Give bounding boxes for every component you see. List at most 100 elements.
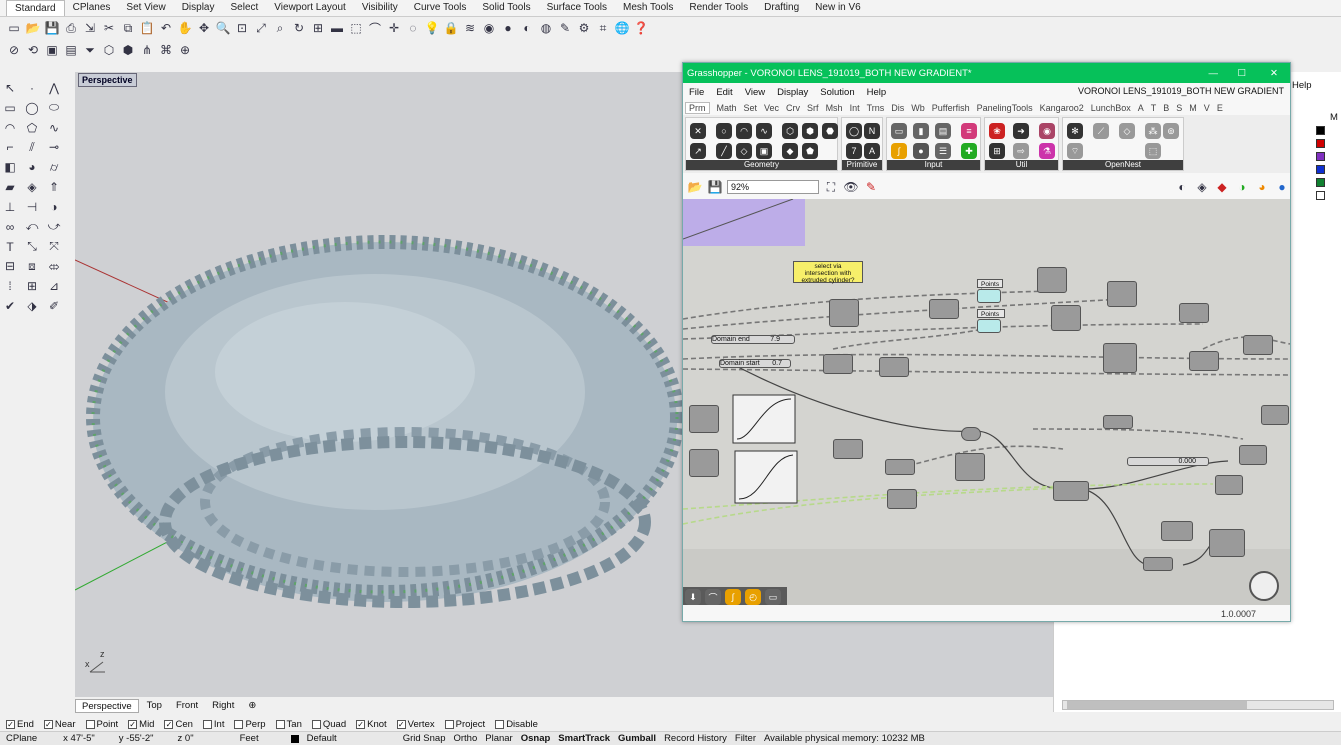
osnap-checkbox[interactable] bbox=[495, 719, 505, 729]
explode-icon[interactable]: ⤺ bbox=[24, 219, 40, 235]
copy-icon[interactable]: ⧉ bbox=[120, 20, 136, 36]
slider-icon[interactable]: ▭ bbox=[891, 123, 907, 139]
value-list-icon[interactable]: ☰ bbox=[935, 143, 951, 159]
layer-color-swatch[interactable] bbox=[1316, 178, 1325, 187]
relay-icon[interactable]: ➜ bbox=[1013, 123, 1029, 139]
osnap-perp[interactable]: Perp bbox=[234, 719, 266, 730]
osnap-vertex[interactable]: ✓ Vertex bbox=[396, 719, 435, 730]
grid-icon[interactable]: ⌗ bbox=[595, 20, 611, 36]
ribbon-tab-pufferfish[interactable]: Pufferfish bbox=[932, 103, 970, 113]
cut-sheet-icon[interactable]: ◇ bbox=[1119, 123, 1135, 139]
light-icon[interactable]: 💡 bbox=[424, 20, 440, 36]
fillet-icon[interactable]: ⌐ bbox=[2, 139, 18, 155]
viewport-title[interactable]: Perspective bbox=[78, 73, 137, 87]
ribbon-tab-math[interactable]: Math bbox=[717, 103, 737, 113]
ribbon-tab-wb[interactable]: Wb bbox=[911, 103, 925, 113]
tab-mesh-tools[interactable]: Mesh Tools bbox=[615, 0, 681, 16]
timer-icon[interactable]: ◴ bbox=[745, 589, 761, 605]
component-node[interactable] bbox=[1179, 303, 1209, 323]
preview-settings-icon[interactable]: ● bbox=[1274, 179, 1290, 195]
zoom-dropdown[interactable]: 92% bbox=[727, 180, 819, 194]
component-node[interactable] bbox=[1189, 351, 1219, 371]
tab-drafting[interactable]: Drafting bbox=[756, 0, 807, 16]
component-node[interactable] bbox=[1215, 475, 1243, 495]
zoom-selected-icon[interactable]: ⌕ bbox=[272, 20, 288, 36]
menu-file[interactable]: File bbox=[689, 87, 704, 98]
polyline-icon[interactable]: ⋀ bbox=[46, 80, 62, 96]
circle-param-icon[interactable]: ○ bbox=[716, 123, 732, 139]
rotate-icon[interactable]: ⟲ bbox=[25, 42, 41, 58]
tab-set-view[interactable]: Set View bbox=[118, 0, 173, 16]
view-tab-right[interactable]: Right bbox=[206, 699, 240, 713]
ribbon-tab-kangaroo2[interactable]: Kangaroo2 bbox=[1040, 103, 1084, 113]
mesh-icon[interactable]: ⬗ bbox=[24, 298, 40, 314]
text-param-icon[interactable]: A bbox=[864, 143, 880, 159]
ribbon-tab-srf[interactable]: Srf bbox=[807, 103, 819, 113]
box-icon[interactable]: ▣ bbox=[44, 42, 60, 58]
zoom-window-icon[interactable]: ⊡ bbox=[234, 20, 250, 36]
osnap-checkbox[interactable]: ✓ bbox=[396, 719, 406, 729]
ribbon-tab-s[interactable]: S bbox=[1176, 103, 1182, 113]
save-icon[interactable]: 💾 bbox=[44, 20, 60, 36]
curve-tool-icon[interactable]: ⌒ bbox=[705, 589, 721, 605]
cplane-icon[interactable]: ▬ bbox=[329, 20, 345, 36]
zoom-icon[interactable]: 🔍 bbox=[215, 20, 231, 36]
view-tab-front[interactable]: Front bbox=[170, 699, 204, 713]
open-file-icon[interactable]: 📂 bbox=[687, 179, 703, 195]
layer-color-swatch[interactable] bbox=[1316, 152, 1325, 161]
planar-toggle[interactable]: Planar bbox=[485, 733, 512, 744]
component-node[interactable] bbox=[885, 459, 915, 475]
osnap-checkbox[interactable]: ✓ bbox=[43, 719, 53, 729]
osnap-checkbox[interactable]: ✓ bbox=[6, 719, 15, 729]
mesh-param-icon[interactable]: ⬣ bbox=[822, 123, 838, 139]
boolean-param-icon[interactable]: ◯ bbox=[846, 123, 862, 139]
tab-standard[interactable]: Standard bbox=[6, 0, 65, 16]
component-node[interactable] bbox=[823, 354, 853, 374]
arc-icon[interactable]: ◠ bbox=[2, 120, 18, 136]
color-wheel-icon[interactable]: ◉ bbox=[481, 20, 497, 36]
record-history-toggle[interactable]: Record History bbox=[664, 733, 727, 744]
grid-nest-icon[interactable]: ⁂ bbox=[1145, 123, 1161, 139]
mirror-icon[interactable]: ⧈ bbox=[24, 258, 40, 274]
osnap-quad[interactable]: Quad bbox=[311, 719, 346, 730]
component-node[interactable] bbox=[887, 489, 917, 509]
component-node[interactable] bbox=[1103, 343, 1137, 373]
panel-input-icon[interactable]: ▤ bbox=[935, 123, 951, 139]
tab-display[interactable]: Display bbox=[174, 0, 223, 16]
note-panel[interactable]: select via intersection with extruded cy… bbox=[793, 261, 863, 284]
trim-icon[interactable]: ⊣ bbox=[24, 199, 40, 215]
gumball-toggle[interactable]: Gumball bbox=[618, 733, 656, 744]
layer-icon[interactable]: ≋ bbox=[462, 20, 478, 36]
select-icon[interactable]: ⬚ bbox=[348, 20, 364, 36]
component-node[interactable] bbox=[1161, 521, 1193, 541]
osnap-checkbox[interactable]: ✓ bbox=[164, 719, 174, 729]
group-icon[interactable]: ⤻ bbox=[46, 219, 62, 235]
point-param-icon[interactable]: ✕ bbox=[690, 123, 706, 139]
tab-select[interactable]: Select bbox=[223, 0, 267, 16]
solid-icon[interactable]: ⬢ bbox=[120, 42, 136, 58]
component-node[interactable] bbox=[1107, 281, 1137, 307]
minimize-button[interactable]: — bbox=[1209, 68, 1219, 79]
horizontal-scrollbar[interactable] bbox=[1062, 700, 1334, 710]
osnap-toggle[interactable]: Osnap bbox=[521, 733, 551, 744]
field-param-icon[interactable]: ◆ bbox=[782, 143, 798, 159]
sketch-icon[interactable]: ✎ bbox=[863, 179, 879, 195]
ellipse-icon[interactable]: ⬭ bbox=[46, 100, 62, 116]
polygon-icon[interactable]: ⬠ bbox=[24, 120, 40, 136]
four-view-icon[interactable]: ⊞ bbox=[310, 20, 326, 36]
export-icon[interactable]: ⇲ bbox=[82, 20, 98, 36]
pan-icon[interactable]: ✋ bbox=[177, 20, 193, 36]
array-icon[interactable]: ⊟ bbox=[2, 258, 18, 274]
cut-icon[interactable]: ✂ bbox=[101, 20, 117, 36]
button-icon[interactable]: ● bbox=[913, 143, 929, 159]
ribbon-tab-a[interactable]: A bbox=[1138, 103, 1144, 113]
panel-widget-icon[interactable]: ▭ bbox=[765, 589, 781, 605]
component-node[interactable] bbox=[1261, 405, 1289, 425]
menu-edit[interactable]: Edit bbox=[716, 87, 732, 98]
component-node[interactable] bbox=[1037, 267, 1067, 293]
tab-new-in-v6[interactable]: New in V6 bbox=[807, 0, 869, 16]
points-in-param[interactable] bbox=[977, 289, 1001, 303]
component-node[interactable] bbox=[1051, 305, 1081, 331]
osnap-project[interactable]: Project bbox=[444, 719, 485, 730]
box-solid-icon[interactable]: ◧ bbox=[2, 159, 18, 175]
